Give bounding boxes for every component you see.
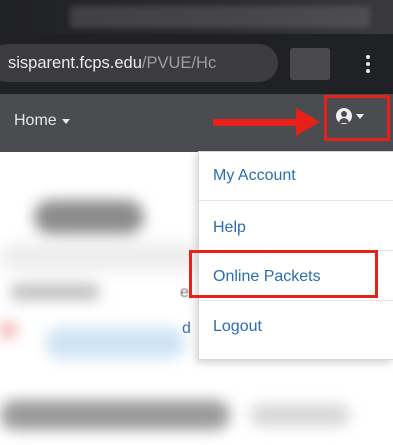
status-strip — [0, 0, 393, 34]
caret-down-icon — [61, 118, 70, 124]
blurred-status-area — [70, 6, 370, 28]
menu-divider — [199, 250, 393, 251]
blurred-text — [10, 284, 100, 300]
kebab-menu-icon[interactable] — [358, 47, 378, 81]
url-host: sisparent.fcps.edu — [8, 53, 142, 72]
user-menu-button[interactable] — [336, 108, 364, 124]
annotation-arrow — [213, 119, 301, 126]
menu-item-logout[interactable]: Logout — [199, 303, 393, 351]
blurred-block — [0, 242, 200, 272]
user-circle-icon — [336, 108, 352, 124]
partial-text: e — [180, 284, 189, 301]
menu-item-my-account[interactable]: My Account — [199, 152, 393, 200]
blurred-heading — [250, 404, 350, 426]
user-dropdown-menu: My Account Help Online Packets Logout — [198, 151, 393, 360]
browser-toolbar: sisparent.fcps.edu/PVUE/Hc — [0, 34, 393, 94]
menu-item-help[interactable]: Help — [199, 204, 393, 252]
menu-item-online-packets[interactable]: Online Packets — [199, 253, 393, 301]
menu-divider — [199, 200, 393, 201]
address-bar[interactable]: sisparent.fcps.edu/PVUE/Hc — [0, 44, 278, 82]
menu-divider — [199, 300, 393, 301]
blurred-heading — [0, 400, 230, 430]
url-path: /PVUE/Hc — [141, 53, 217, 72]
home-menu-button[interactable]: Home — [14, 112, 70, 130]
url-text: sisparent.fcps.edu/PVUE/Hc — [8, 54, 216, 73]
caret-down-icon — [356, 113, 364, 119]
tab-switcher-button[interactable] — [290, 48, 330, 80]
blurred-logo — [34, 200, 144, 234]
blurred-mark — [0, 322, 16, 338]
partial-link-text: d — [182, 320, 191, 337]
home-label: Home — [14, 112, 57, 129]
blurred-link — [45, 327, 185, 359]
annotation-arrow-head — [296, 108, 320, 136]
